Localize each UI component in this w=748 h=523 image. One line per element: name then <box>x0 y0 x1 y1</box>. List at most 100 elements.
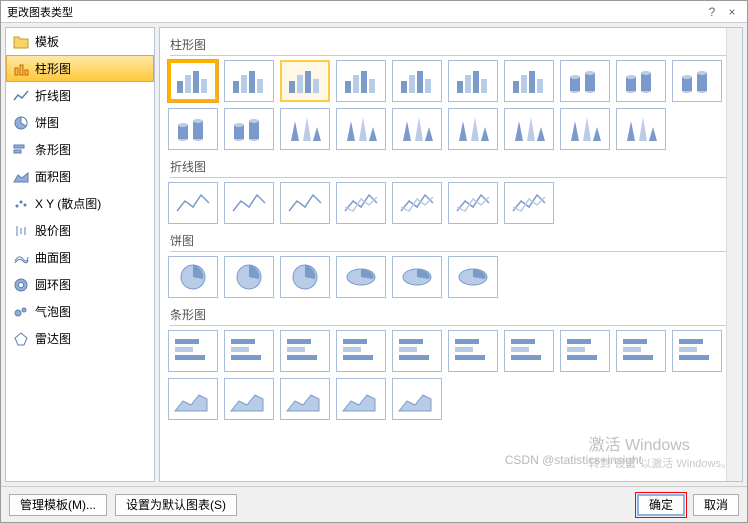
set-default-chart-button[interactable]: 设置为默认图表(S) <box>115 494 237 516</box>
chart-thumbnail[interactable] <box>168 182 218 224</box>
chart-thumbnail[interactable] <box>336 256 386 298</box>
stock-icon <box>13 223 29 239</box>
chart-thumbnail[interactable] <box>560 60 610 102</box>
dialog-footer: 管理模板(M)... 设置为默认图表(S) 确定 取消 <box>1 486 747 522</box>
chart-thumbnail[interactable] <box>560 330 610 372</box>
column-icon <box>13 61 29 77</box>
line-icon <box>13 88 29 104</box>
section-label: 饼图 <box>170 232 734 252</box>
sidebar-item-bar[interactable]: 条形图 <box>6 136 154 163</box>
radar-icon <box>13 331 29 347</box>
chart-thumbnail[interactable] <box>504 182 554 224</box>
sidebar-item-label: X Y (散点图) <box>35 195 101 212</box>
chart-thumbnail[interactable] <box>336 60 386 102</box>
chart-gallery: 柱形图折线图饼图条形图 CSDN @statistics+insight 激活 … <box>159 27 743 482</box>
chart-thumbnail[interactable] <box>448 330 498 372</box>
area-icon <box>13 169 29 185</box>
chart-thumbnail[interactable] <box>280 60 330 102</box>
chart-thumbnail[interactable] <box>616 108 666 150</box>
chart-thumbnail[interactable] <box>168 330 218 372</box>
sidebar-item-label: 雷达图 <box>35 330 71 347</box>
chart-thumbnail[interactable] <box>392 378 442 420</box>
chart-thumbnail[interactable] <box>336 330 386 372</box>
chart-thumbnail[interactable] <box>224 378 274 420</box>
chart-thumbnail[interactable] <box>672 330 722 372</box>
sidebar-item-label: 条形图 <box>35 141 71 158</box>
chart-thumbnail[interactable] <box>168 60 218 102</box>
chart-thumbnail[interactable] <box>448 108 498 150</box>
chart-thumbnail[interactable] <box>392 108 442 150</box>
sidebar-item-doughnut[interactable]: 圆环图 <box>6 271 154 298</box>
sidebar-item-label: 股价图 <box>35 222 71 239</box>
section-label: 折线图 <box>170 158 734 178</box>
category-sidebar: 模板 柱形图折线图饼图条形图面积图 X Y (散点图) 股价图曲面图圆环图气泡图雷达… <box>5 27 155 482</box>
chart-thumbnail[interactable] <box>616 60 666 102</box>
chart-thumbnail[interactable] <box>392 330 442 372</box>
scrollbar[interactable] <box>726 28 742 481</box>
sidebar-item-line[interactable]: 折线图 <box>6 82 154 109</box>
chart-thumbnail[interactable] <box>280 108 330 150</box>
chart-thumbnail[interactable] <box>168 108 218 150</box>
chart-thumbnail[interactable] <box>392 182 442 224</box>
manage-templates-button[interactable]: 管理模板(M)... <box>9 494 107 516</box>
doughnut-icon <box>13 277 29 293</box>
sidebar-item-label: 面积图 <box>35 168 71 185</box>
chart-thumbnail[interactable] <box>504 60 554 102</box>
chart-thumbnail[interactable] <box>280 378 330 420</box>
thumb-grid <box>168 256 734 298</box>
cancel-button[interactable]: 取消 <box>693 494 739 516</box>
chart-thumbnail[interactable] <box>168 378 218 420</box>
section-label: 条形图 <box>170 306 734 326</box>
surface-icon <box>13 250 29 266</box>
chart-thumbnail[interactable] <box>224 108 274 150</box>
windows-watermark: 激活 Windows 转到"设置"以激活 Windows。 <box>589 431 733 471</box>
chart-thumbnail[interactable] <box>336 108 386 150</box>
chart-thumbnail[interactable] <box>168 256 218 298</box>
sidebar-item-surface[interactable]: 曲面图 <box>6 244 154 271</box>
sidebar-item-stock[interactable]: 股价图 <box>6 217 154 244</box>
chart-thumbnail[interactable] <box>280 330 330 372</box>
chart-thumbnail[interactable] <box>448 256 498 298</box>
chart-thumbnail[interactable] <box>224 330 274 372</box>
sidebar-item-label: 曲面图 <box>35 249 71 266</box>
sidebar-item-scatter[interactable]: X Y (散点图) <box>6 190 154 217</box>
sidebar-item-pie[interactable]: 饼图 <box>6 109 154 136</box>
sidebar-item-radar[interactable]: 雷达图 <box>6 325 154 352</box>
close-button[interactable]: × <box>723 4 741 20</box>
thumb-grid <box>168 330 734 420</box>
sidebar-item-templates[interactable]: 模板 <box>6 28 154 55</box>
bubble-icon <box>13 304 29 320</box>
sidebar-item-area[interactable]: 面积图 <box>6 163 154 190</box>
chart-thumbnail[interactable] <box>616 330 666 372</box>
chart-thumbnail[interactable] <box>672 60 722 102</box>
csdn-watermark: CSDN @statistics+insight <box>505 453 642 467</box>
chart-thumbnail[interactable] <box>280 182 330 224</box>
chart-thumbnail[interactable] <box>336 182 386 224</box>
thumb-grid <box>168 182 734 224</box>
change-chart-type-dialog: 更改图表类型 ? × 模板 柱形图折线图饼图条形图面积图X Y (散点图)股价图… <box>0 0 748 523</box>
sidebar-item-column[interactable]: 柱形图 <box>6 55 154 82</box>
bar-icon <box>13 142 29 158</box>
chart-thumbnail[interactable] <box>392 60 442 102</box>
dialog-title: 更改图表类型 <box>7 4 701 20</box>
section-label: 柱形图 <box>170 36 734 56</box>
chart-thumbnail[interactable] <box>280 256 330 298</box>
chart-thumbnail[interactable] <box>224 256 274 298</box>
chart-thumbnail[interactable] <box>392 256 442 298</box>
chart-thumbnail[interactable] <box>448 182 498 224</box>
thumb-grid <box>168 60 734 150</box>
ok-button[interactable]: 确定 <box>637 494 685 516</box>
help-button[interactable]: ? <box>703 4 721 20</box>
chart-thumbnail[interactable] <box>448 60 498 102</box>
chart-thumbnail[interactable] <box>504 330 554 372</box>
chart-thumbnail[interactable] <box>224 182 274 224</box>
chart-thumbnail[interactable] <box>560 108 610 150</box>
chart-thumbnail[interactable] <box>224 60 274 102</box>
chart-thumbnail[interactable] <box>504 108 554 150</box>
pie-icon <box>13 115 29 131</box>
sidebar-item-bubble[interactable]: 气泡图 <box>6 298 154 325</box>
sidebar-item-label: 饼图 <box>35 114 59 131</box>
chart-thumbnail[interactable] <box>336 378 386 420</box>
sidebar-item-label: 气泡图 <box>35 303 71 320</box>
sidebar-item-label: 圆环图 <box>35 276 71 293</box>
